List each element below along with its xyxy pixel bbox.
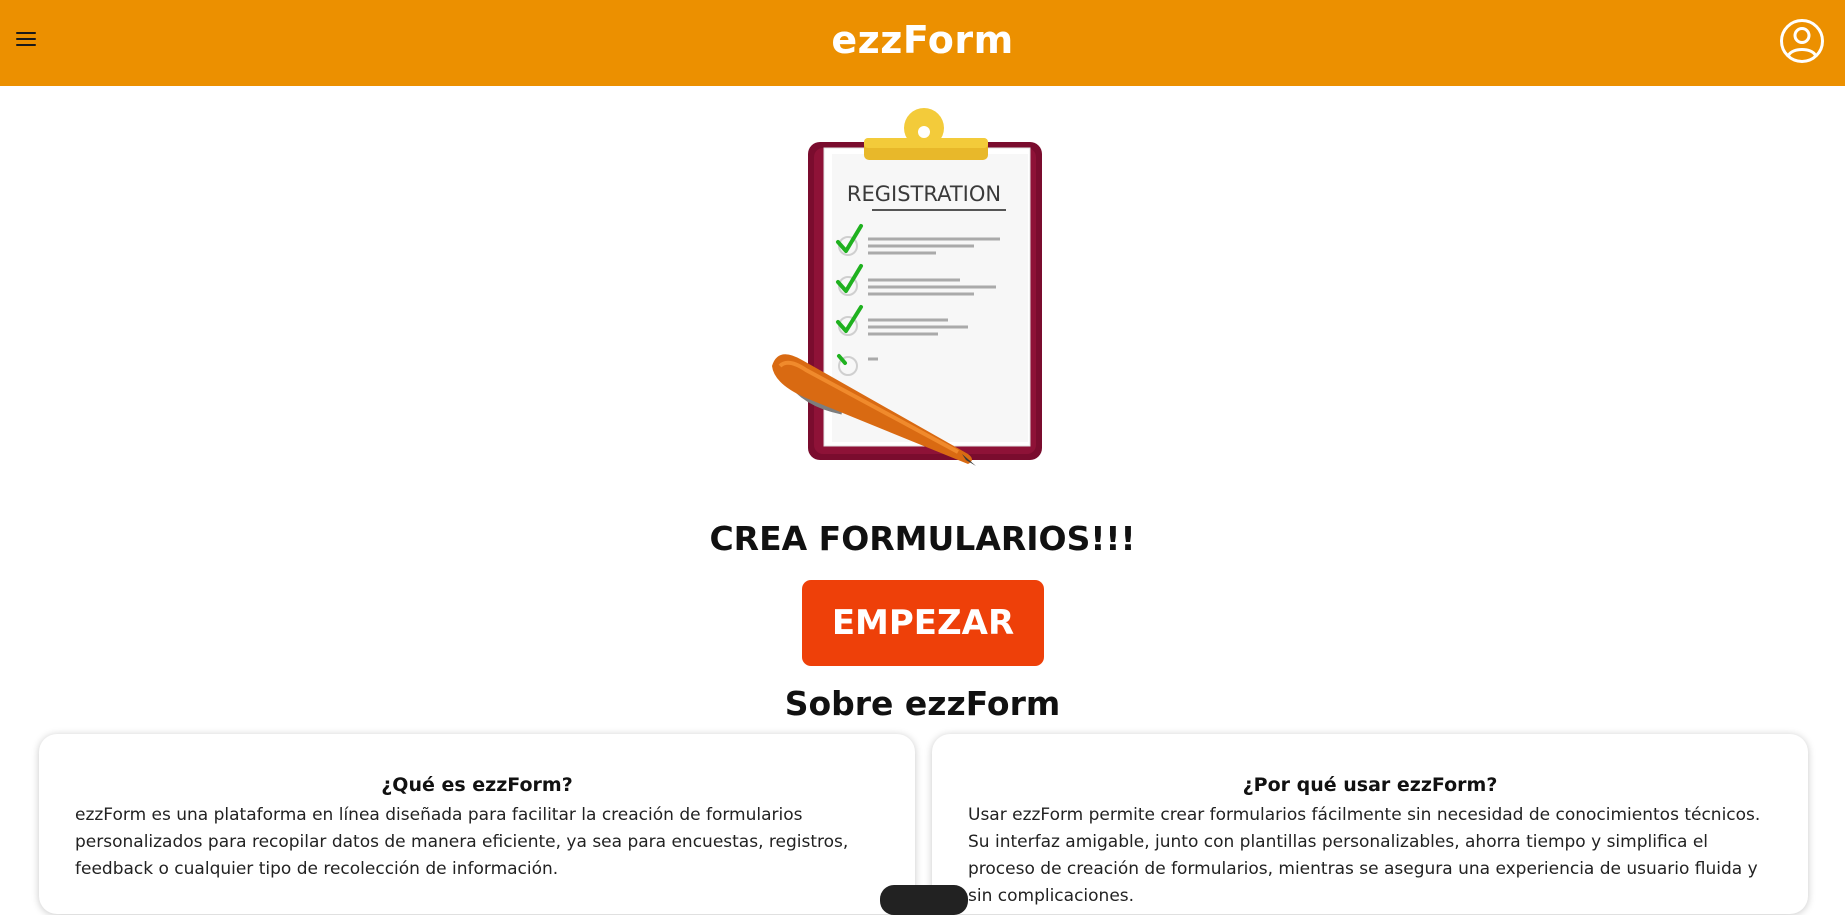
card-text: Usar ezzForm permite crear formularios f… — [968, 805, 1761, 906]
illustration-heading: REGISTRATION — [847, 182, 1001, 206]
card-text: ezzForm es una plataforma en línea diseñ… — [75, 805, 849, 879]
hero-title: CREA FORMULARIOS!!! — [709, 519, 1136, 558]
clipboard-registration-illustration: REGISTRATION — [762, 108, 1056, 474]
about-section-title: Sobre ezzForm — [784, 684, 1061, 723]
floating-tab-handle[interactable] — [880, 885, 968, 915]
info-card-why: ¿Por qué usar ezzForm? Usar ezzForm perm… — [932, 734, 1808, 914]
user-account-icon[interactable] — [1779, 18, 1825, 64]
info-card-what: ¿Qué es ezzForm? ezzForm es una platafor… — [39, 734, 915, 914]
start-button[interactable]: EMPEZAR — [802, 580, 1044, 666]
card-title: ¿Qué es ezzForm? — [381, 774, 573, 796]
card-title: ¿Por qué usar ezzForm? — [1242, 774, 1498, 796]
top-header: ezzForm — [0, 0, 1845, 86]
brand-title[interactable]: ezzForm — [0, 18, 1845, 62]
